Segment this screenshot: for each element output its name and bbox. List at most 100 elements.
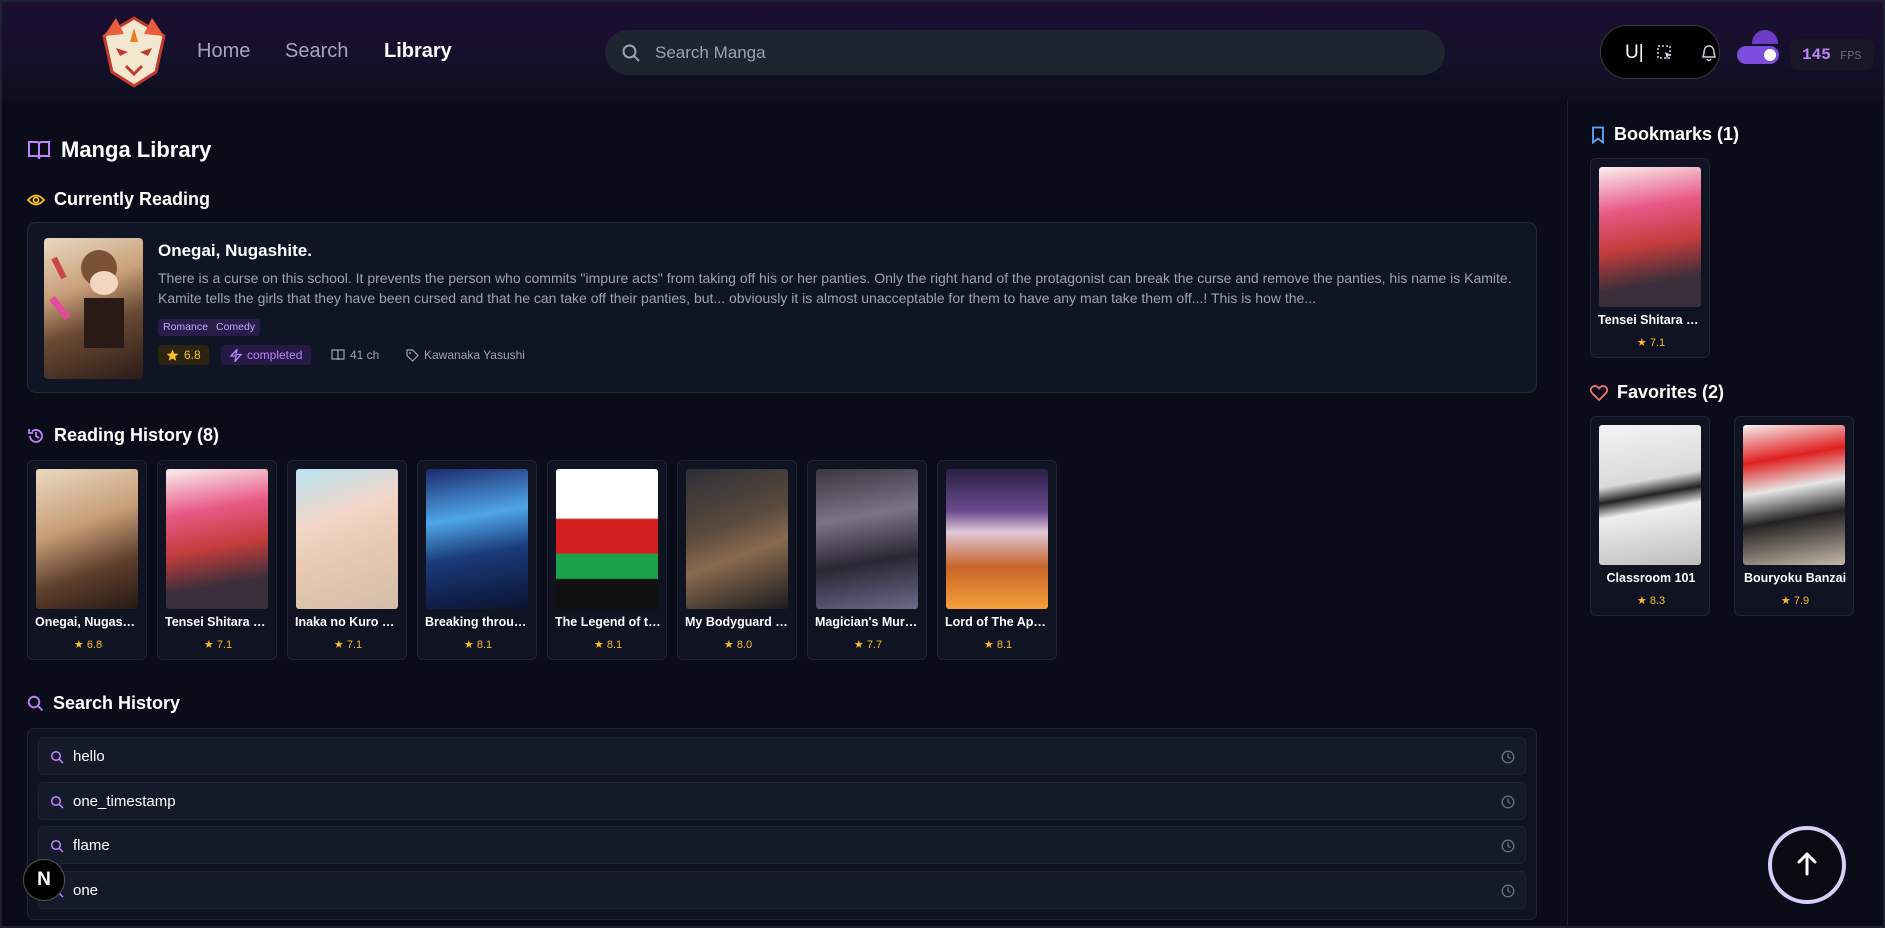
history-card[interactable]: Inaka no Kuro Gal JK ★ 7.1 <box>287 460 407 660</box>
search-history-item[interactable]: one_timestamp <box>38 782 1526 820</box>
search-icon <box>27 695 44 712</box>
history-card[interactable]: The Legend of the Link ★ 8.1 <box>547 460 667 660</box>
manga-cover[interactable] <box>426 469 528 609</box>
card-title: Classroom 101 <box>1606 571 1696 585</box>
search-icon <box>50 795 64 809</box>
manga-cover[interactable] <box>44 238 143 379</box>
history-card[interactable]: My Bodyguard is a Monster ★ 8.0 <box>677 460 797 660</box>
logo-fox-mask-icon[interactable] <box>98 14 170 88</box>
manga-description: There is a curse on this school. It prev… <box>158 270 1512 306</box>
select-region-icon[interactable] <box>1656 44 1674 62</box>
bookmarks-heading: Bookmarks (1) <box>1591 124 1739 145</box>
arrow-up-icon <box>1797 852 1817 876</box>
bell-icon[interactable] <box>1700 44 1718 63</box>
card-rating: ★ 6.8 <box>73 639 103 651</box>
star-icon <box>166 349 179 361</box>
card-title: Onegai, Nugashite. <box>35 615 141 629</box>
search-history-list: hello one_timestamp flame one <box>27 728 1537 920</box>
card-rating: ★ 8.1 <box>463 639 493 651</box>
bookmark-icon <box>1592 126 1604 144</box>
avatar[interactable] <box>1752 30 1778 44</box>
search-history-heading-text: Search History <box>53 693 181 713</box>
nav-library[interactable]: Library <box>384 40 452 63</box>
search-icon <box>50 750 64 764</box>
manga-cover[interactable] <box>946 469 1048 609</box>
card-rating: ★ 8.0 <box>723 639 753 651</box>
favorites-heading-text: Favorites (2) <box>1617 382 1725 402</box>
page-title-text: Manga Library <box>61 137 212 162</box>
manga-cover[interactable] <box>1599 425 1701 565</box>
card-rating: ★ 7.1 <box>333 639 363 651</box>
search-bar[interactable] <box>605 30 1445 75</box>
search-input[interactable] <box>655 30 1415 75</box>
status-text: completed <box>247 348 303 362</box>
clock-icon <box>1501 839 1515 853</box>
search-icon <box>622 44 640 62</box>
fps-value: 145 <box>1802 46 1831 64</box>
genre-tag[interactable]: Romance <box>158 319 213 336</box>
reading-history-heading: Reading History (8) <box>27 425 219 446</box>
fps-counter: 145 FPS <box>1790 39 1874 70</box>
book-icon <box>331 349 345 361</box>
favorite-card[interactable]: Bouryoku Banzai ★ 7.9 <box>1734 416 1854 616</box>
card-rating: ★ 8.1 <box>983 639 1013 651</box>
clock-icon <box>1501 795 1515 809</box>
history-card[interactable]: Lord of The Apocalypse ★ 8.1 <box>937 460 1057 660</box>
author-name[interactable]: Kawanaka Yasushi <box>424 345 525 365</box>
search-history-item[interactable]: flame <box>38 826 1526 864</box>
bookmarks-heading-text: Bookmarks (1) <box>1614 124 1740 144</box>
manga-cover[interactable] <box>1743 425 1845 565</box>
history-card[interactable]: Breaking through the Clouds ★ 8.1 <box>417 460 537 660</box>
manga-cover[interactable] <box>816 469 918 609</box>
status-badge: completed <box>221 345 312 365</box>
favorites-heading: Favorites (2) <box>1590 382 1724 403</box>
theme-toggle[interactable] <box>1737 46 1779 64</box>
history-card[interactable]: Magician's Murder Case ★ 7.7 <box>807 460 927 660</box>
scroll-to-top-button[interactable] <box>1768 826 1846 904</box>
open-book-icon <box>28 141 50 160</box>
card-rating: ★ 7.1 <box>1636 337 1666 349</box>
sidebar-divider <box>1567 100 1568 928</box>
manga-cover[interactable] <box>296 469 398 609</box>
manga-cover[interactable] <box>556 469 658 609</box>
reading-history-heading-text: Reading History (8) <box>54 425 220 445</box>
card-title: Breaking through the Clouds <box>425 615 531 629</box>
card-title: Tensei Shitara Ore ga Heroine de <box>1598 313 1704 327</box>
search-term: flame <box>73 837 110 854</box>
rating-value: 6.8 <box>184 348 201 362</box>
genre-tag[interactable]: Comedy <box>211 319 261 336</box>
manga-cover[interactable] <box>1599 167 1701 307</box>
history-card[interactable]: Tensei Shitara Ore ga Heroine de ★ 7.1 <box>157 460 277 660</box>
card-title: Tensei Shitara Ore ga Heroine de <box>165 615 271 629</box>
card-title: Lord of The Apocalypse <box>945 615 1051 629</box>
currently-reading-card[interactable]: Onegai, Nugashite. There is a curse on t… <box>27 222 1537 393</box>
search-history-item[interactable]: hello <box>38 737 1526 775</box>
currently-reading-heading-text: Currently Reading <box>54 189 211 209</box>
search-history-heading: Search History <box>27 693 180 714</box>
bookmark-card[interactable]: Tensei Shitara Ore ga Heroine de ★ 7.1 <box>1590 158 1710 358</box>
nav-search[interactable]: Search <box>285 40 348 63</box>
manga-cover[interactable] <box>166 469 268 609</box>
manga-cover[interactable] <box>686 469 788 609</box>
card-title: Magician's Murder Case <box>815 615 921 629</box>
search-icon <box>50 839 64 853</box>
user-pill-text: U| <box>1625 42 1644 63</box>
search-history-item[interactable]: one <box>38 871 1526 909</box>
fps-unit: FPS <box>1840 49 1862 63</box>
next-devtools-button[interactable]: N <box>23 859 65 901</box>
card-rating: ★ 8.3 <box>1636 595 1666 607</box>
card-rating: ★ 7.1 <box>203 639 233 651</box>
card-title: My Bodyguard is a Monster <box>685 615 791 629</box>
card-title: The Legend of the Link <box>555 615 661 629</box>
nav-home[interactable]: Home <box>197 40 250 63</box>
chapter-count: 41 ch <box>331 345 379 365</box>
manga-cover[interactable] <box>36 469 138 609</box>
author: Kawanaka Yasushi <box>406 345 525 365</box>
manga-title[interactable]: Onegai, Nugashite. <box>158 241 312 261</box>
history-card[interactable]: Onegai, Nugashite. ★ 6.8 <box>27 460 147 660</box>
search-term: one <box>73 882 99 899</box>
card-rating: ★ 7.7 <box>853 639 883 651</box>
favorite-card[interactable]: Classroom 101 ★ 8.3 <box>1590 416 1710 616</box>
eye-icon <box>27 194 45 205</box>
tag-icon <box>406 348 419 362</box>
